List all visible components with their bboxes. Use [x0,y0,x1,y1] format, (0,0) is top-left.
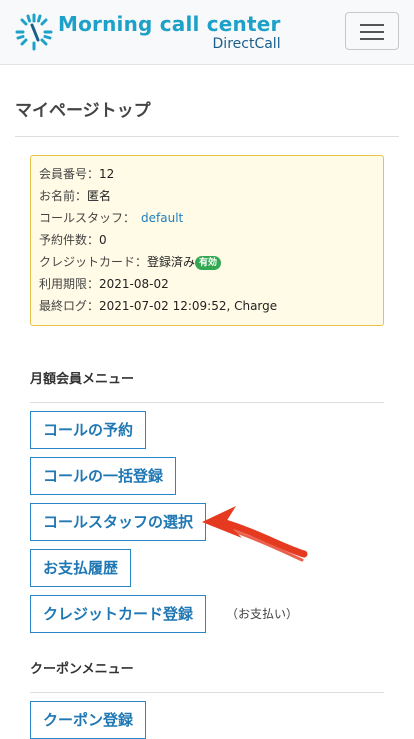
monthly-menu-title: 月額会員メニュー [30,372,135,387]
bulk-register-button[interactable]: コールの一括登録 [30,457,177,495]
payment-note: （お支払い） [226,607,299,621]
page-title: マイページトップ [15,101,151,121]
staff-link[interactable]: default [141,211,183,225]
reservations-row: 予約件数：0 [39,233,107,247]
last-login-row: 最終ログ：2021-07-02 12:09:52, Charge [39,299,278,313]
divider [30,692,384,693]
member-number-row: 会員番号：12 [39,167,115,181]
menu-icon [360,24,384,26]
divider [15,136,399,137]
brand-logo[interactable]: Morning call center DirectCall [14,12,281,52]
coupon-menu-title: クーポンメニュー [30,662,134,677]
red-arrow-icon [202,506,308,562]
brand-title: Morning call center [58,11,281,36]
credit-card-register-button[interactable]: クレジットカード登録 [30,595,207,633]
brand-subtitle: DirectCall [212,35,281,52]
navbar: Morning call center DirectCall [0,0,414,65]
coupon-register-button[interactable]: クーポン登録 [30,701,147,739]
sunburst-logo-icon [15,13,53,51]
reserve-call-button[interactable]: コールの予約 [30,411,147,449]
name-row: お名前：匿名 [39,189,112,203]
divider [30,402,384,403]
member-info-box: 会員番号：12 お名前：匿名 コールスタッフ： default 予約件数：0 クレ… [30,155,384,326]
staff-row: コールスタッフ： default [39,211,184,225]
status-badge: 有効 [195,255,222,270]
payment-history-button[interactable]: お支払履歴 [30,549,132,587]
menu-toggle-button[interactable] [345,12,399,50]
select-staff-button[interactable]: コールスタッフの選択 [30,503,207,541]
expiry-row: 利用期限：2021-08-02 [39,277,169,291]
credit-row: クレジットカード：登録済み 有効 [39,251,375,273]
